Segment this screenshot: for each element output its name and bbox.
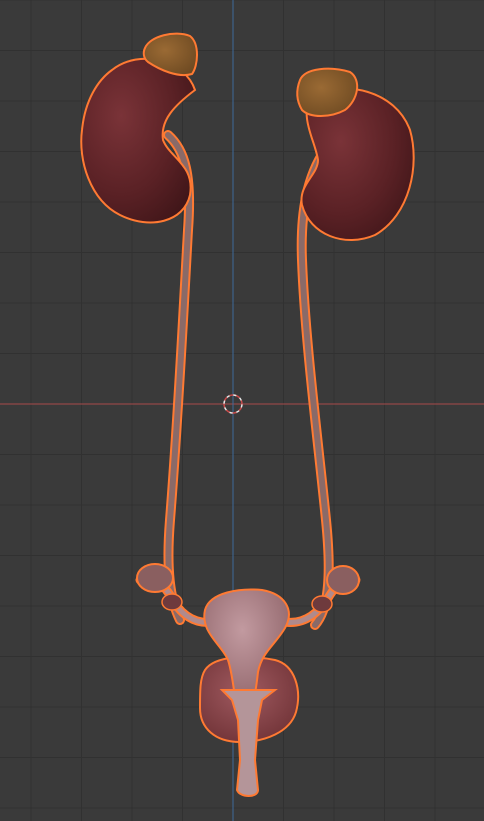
viewport-canvas[interactable] bbox=[0, 0, 484, 821]
right-ovary[interactable] bbox=[311, 565, 360, 613]
3d-viewport[interactable] bbox=[0, 0, 484, 821]
